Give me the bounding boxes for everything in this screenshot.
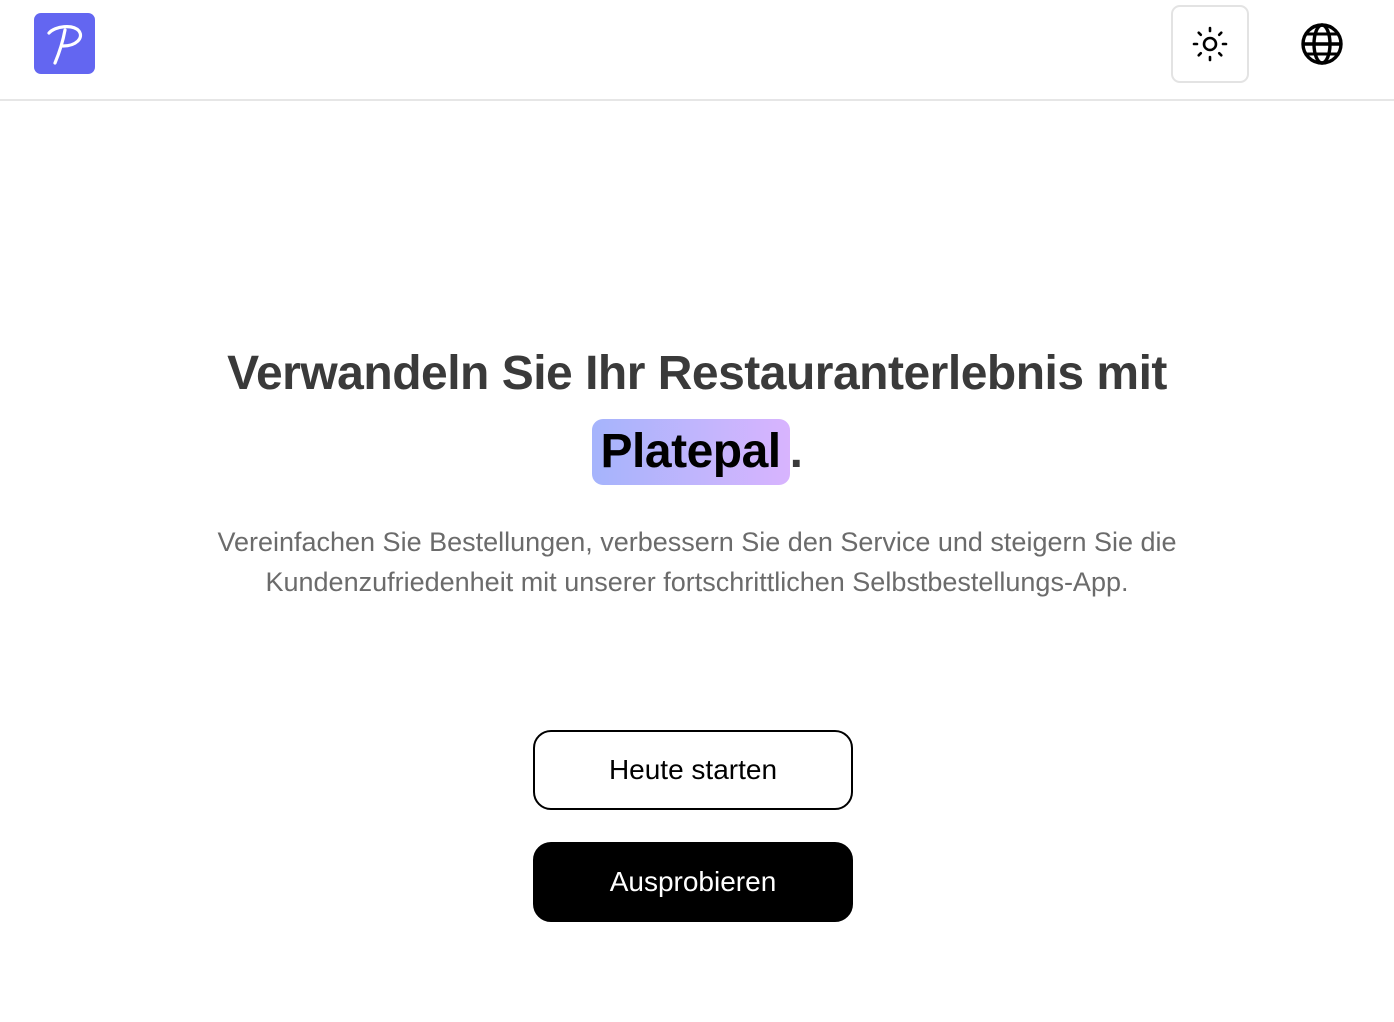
headline-text: Verwandeln Sie Ihr Restauranterlebnis mi… — [227, 347, 1167, 400]
headline-period: . — [789, 425, 803, 478]
top-navbar — [0, 0, 1394, 101]
hero-subtitle: Vereinfachen Sie Bestellungen, verbesser… — [217, 527, 1177, 597]
globe-icon — [1301, 23, 1343, 65]
hero-section: Verwandeln Sie Ihr Restauranterlebnis mi… — [0, 335, 1394, 491]
platepal-logo[interactable] — [34, 13, 95, 74]
sun-icon — [1192, 26, 1228, 62]
hero-headline: Verwandeln Sie Ihr Restauranterlebnis mi… — [0, 335, 1394, 491]
try-it-button[interactable]: Ausprobieren — [533, 842, 853, 922]
language-button[interactable] — [1298, 20, 1346, 68]
logo-p-icon — [46, 24, 82, 65]
theme-toggle-button[interactable] — [1171, 5, 1249, 83]
start-today-button[interactable]: Heute starten — [533, 730, 853, 810]
brand-highlight: Platepal — [591, 419, 790, 485]
